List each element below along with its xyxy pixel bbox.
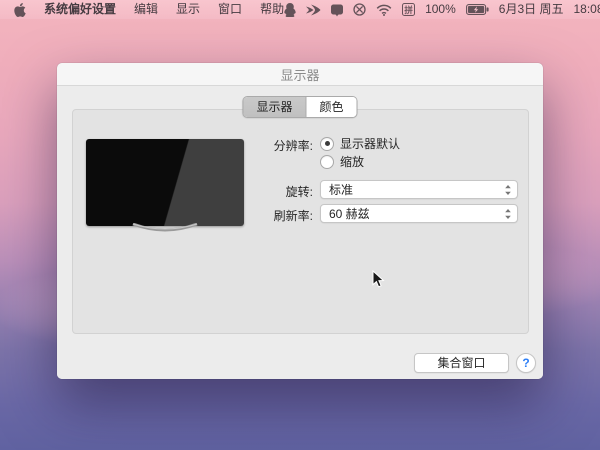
popup-chevrons-icon [504, 184, 517, 196]
menu-edit[interactable]: 编辑 [134, 0, 158, 19]
menu-app-name[interactable]: 系统偏好设置 [44, 0, 116, 19]
tab-bar: 显示器 颜色 [242, 96, 358, 118]
mouse-cursor-icon [372, 269, 385, 294]
gather-windows-button[interactable]: 集合窗口 [414, 353, 509, 373]
resolution-option-scaled[interactable]: 缩放 [320, 153, 364, 170]
menu-help[interactable]: 帮助 [260, 0, 284, 19]
desktop: 系统偏好设置 编辑 显示 窗口 帮助 拼 100% 6月3日 周五 18:0 显… [0, 0, 600, 450]
popup-chevrons-icon [504, 208, 517, 220]
pinyin-input-label: 拼 [402, 3, 416, 16]
blocked-circle-icon[interactable] [353, 3, 366, 16]
tab-color[interactable]: 颜色 [305, 97, 357, 117]
evernote-icon[interactable] [331, 3, 344, 17]
rotation-label: 旋转: [285, 185, 313, 199]
battery-percent: 100% [425, 2, 456, 16]
tab-display[interactable]: 显示器 [243, 97, 306, 117]
displays-window: 显示器 显示器 颜色 分辨率: 显示器默认 缩放 旋转: 标准 刷新率: 60 … [57, 63, 543, 379]
help-button[interactable]: ? [516, 353, 536, 373]
menu-bar: 系统偏好设置 编辑 显示 窗口 帮助 拼 100% 6月3日 周五 18:0 [0, 0, 600, 19]
window-title: 显示器 [280, 67, 320, 83]
resolution-label: 分辨率: [273, 139, 313, 153]
radio-scaled-label: 缩放 [340, 155, 365, 169]
refresh-rate-popup[interactable]: 60 赫兹 [320, 204, 518, 223]
window-title-bar[interactable]: 显示器 [57, 63, 543, 86]
resolution-option-default[interactable]: 显示器默认 [320, 135, 400, 152]
radio-default-label: 显示器默认 [340, 137, 401, 151]
radio-scaled[interactable] [320, 154, 334, 169]
wifi-icon[interactable] [376, 4, 392, 16]
monitor-stand [130, 222, 200, 240]
apple-menu-icon[interactable] [14, 2, 26, 17]
radio-default-for-display[interactable] [320, 136, 334, 151]
refresh-rate-value: 60 赫兹 [329, 207, 370, 221]
menu-view[interactable]: 显示 [176, 0, 200, 19]
rotation-popup[interactable]: 标准 [320, 180, 518, 199]
menu-window[interactable]: 窗口 [218, 0, 242, 19]
menubar-date[interactable]: 6月3日 周五 [499, 0, 564, 19]
window-content: 显示器 颜色 分辨率: 显示器默认 缩放 旋转: 标准 刷新率: 60 赫兹 集… [57, 86, 543, 379]
menubar-time[interactable]: 18:08 [573, 0, 600, 19]
input-method-icon[interactable]: 拼 [402, 3, 416, 16]
display-settings-group: 分辨率: 显示器默认 缩放 旋转: 标准 刷新率: 60 赫兹 [72, 109, 529, 334]
xunlei-bird-icon[interactable] [306, 4, 321, 16]
rotation-value: 标准 [329, 183, 354, 197]
battery-charging-icon[interactable] [465, 4, 489, 15]
refresh-rate-label: 刷新率: [273, 209, 313, 223]
qq-icon[interactable] [284, 2, 296, 17]
